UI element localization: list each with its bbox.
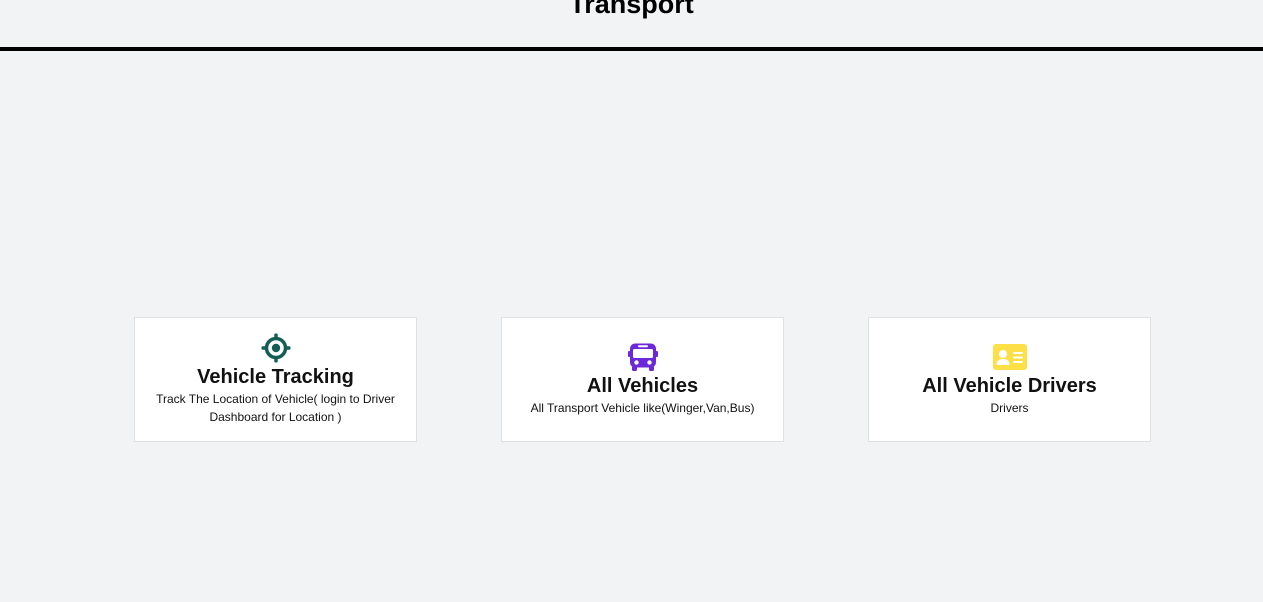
all-vehicle-drivers-card[interactable]: All Vehicle Drivers Drivers (868, 317, 1151, 442)
transport-page: Transport Vehicle Tracking Track The Loc… (0, 0, 1263, 602)
page-header: Transport (0, 0, 1263, 51)
location-crosshair-icon (261, 333, 291, 363)
all-vehicle-drivers-title: All Vehicle Drivers (922, 375, 1097, 397)
all-vehicles-description: All Transport Vehicle like(Winger,Van,Bu… (530, 401, 755, 415)
vehicle-tracking-title: Vehicle Tracking (197, 366, 354, 388)
page-title: Transport (569, 0, 694, 19)
all-vehicles-card[interactable]: All Vehicles All Transport Vehicle like(… (501, 317, 784, 442)
id-card-icon (992, 342, 1028, 372)
bus-icon (627, 342, 658, 372)
all-vehicle-drivers-description: Drivers (990, 401, 1029, 415)
all-vehicles-title: All Vehicles (586, 375, 699, 397)
vehicle-tracking-card[interactable]: Vehicle Tracking Track The Location of V… (134, 317, 417, 442)
vehicle-tracking-description: Track The Location of Vehicle( login to … (156, 392, 395, 424)
